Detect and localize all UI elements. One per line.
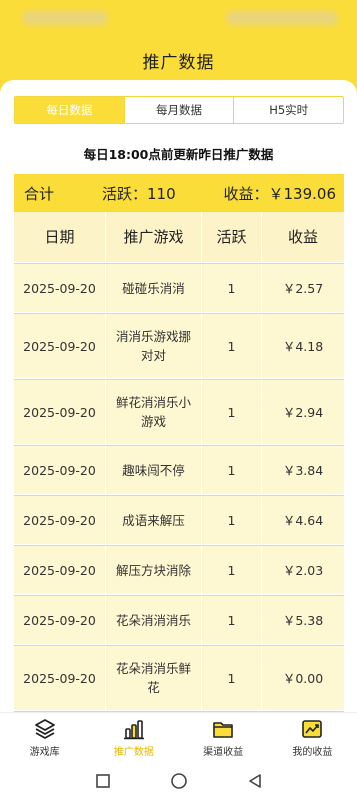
- tab-bar: 每日数据 每月数据 H5实时: [14, 96, 344, 124]
- update-notice: 每日18:00点前更新昨日推广数据: [83, 147, 274, 162]
- cell-income: ￥2.94: [262, 380, 344, 444]
- nav-channel-income[interactable]: 渠道收益: [179, 713, 268, 762]
- cell-active: 1: [202, 380, 262, 444]
- nav-label: 推广数据: [113, 746, 154, 758]
- back-triangle-icon: [248, 774, 261, 788]
- table-row: 2025-09-20 消消乐游戏挪对对 1 ￥4.18: [14, 313, 344, 379]
- nav-promotion-data[interactable]: 推广数据: [89, 713, 178, 762]
- bottom-nav: 游戏库 推广数据 渠道收益 我的收益: [0, 712, 357, 762]
- folder-icon: [211, 718, 235, 740]
- status-bar-icons-blurred: [226, 11, 338, 25]
- cell-income: ￥2.03: [262, 546, 344, 594]
- trend-chart-icon: [300, 718, 324, 740]
- cell-active: 1: [202, 546, 262, 594]
- cell-date: 2025-09-20: [14, 596, 106, 644]
- table-row: 2025-09-20 花朵消消乐鲜花 1 ￥0.00: [14, 645, 344, 711]
- cell-game: 花朵消消消乐: [106, 596, 202, 644]
- circle-icon: [170, 773, 187, 789]
- tab-daily-data[interactable]: 每日数据: [15, 97, 125, 123]
- cell-date: 2025-09-20: [14, 314, 106, 378]
- column-header-date: 日期: [14, 212, 106, 262]
- summary-total-label: 合计: [24, 184, 55, 203]
- table-row: 2025-09-20 成语来解压 1 ￥4.64: [14, 495, 344, 545]
- cell-income: ￥3.84: [262, 446, 344, 494]
- cell-game: 成语来解压: [106, 496, 202, 544]
- table-row: 2025-09-20 鲜花消消乐小游戏 1 ￥2.94: [14, 379, 344, 445]
- system-nav-bar: [0, 762, 357, 800]
- cell-active: 1: [202, 496, 262, 544]
- cell-game: 花朵消消乐鲜花: [106, 646, 202, 710]
- column-header-income: 收益: [262, 212, 344, 262]
- cell-game: 趣味闯不停: [106, 446, 202, 494]
- tab-monthly-data[interactable]: 每月数据: [125, 97, 235, 123]
- table-row: 2025-09-20 碰碰乐消消 1 ￥2.57: [14, 263, 344, 313]
- table-row: 2025-09-20 花朵消消消乐 1 ￥5.38: [14, 595, 344, 645]
- home-button[interactable]: [169, 771, 189, 791]
- status-bar-time-blurred: [22, 11, 108, 25]
- table-header-row: 日期 推广游戏 活跃 收益: [14, 212, 344, 263]
- column-header-game: 推广游戏: [106, 212, 202, 262]
- content-card: 每日数据 每月数据 H5实时 每日18:00点前更新昨日推广数据 合计 活跃：1…: [0, 80, 357, 712]
- table-row: 2025-09-20 解压方块消除 1 ￥2.03: [14, 545, 344, 595]
- summary-income: 收益：￥139.06: [223, 184, 337, 203]
- cell-game: 消消乐游戏挪对对: [106, 314, 202, 378]
- cell-active: 1: [202, 314, 262, 378]
- title-bar: 推广数据: [0, 40, 357, 80]
- bar-chart-icon: [122, 718, 146, 740]
- cell-active: 1: [202, 596, 262, 644]
- cell-income: ￥4.18: [262, 314, 344, 378]
- square-icon: [95, 774, 110, 788]
- cell-game: 碰碰乐消消: [106, 264, 202, 312]
- tab-h5-realtime[interactable]: H5实时: [234, 97, 343, 123]
- cell-income: ￥5.38: [262, 596, 344, 644]
- nav-my-income[interactable]: 我的收益: [268, 713, 357, 762]
- cell-date: 2025-09-20: [14, 446, 106, 494]
- cell-income: ￥0.00: [262, 646, 344, 710]
- cell-game: 鲜花消消乐小游戏: [106, 380, 202, 444]
- cell-income: ￥2.57: [262, 264, 344, 312]
- status-bar: [0, 0, 357, 40]
- cell-date: 2025-09-20: [14, 546, 106, 594]
- nav-label: 我的收益: [292, 746, 333, 758]
- data-table: 日期 推广游戏 活跃 收益 2025-09-20 碰碰乐消消 1 ￥2.57 2025-…: [14, 212, 344, 712]
- nav-label: 渠道收益: [203, 746, 244, 758]
- cell-active: 1: [202, 264, 262, 312]
- table-row: 2025-09-20 趣味闯不停 1 ￥3.84: [14, 445, 344, 495]
- cell-date: 2025-09-20: [14, 380, 106, 444]
- recent-apps-button[interactable]: [93, 771, 113, 791]
- back-button[interactable]: [245, 771, 265, 791]
- nav-game-library[interactable]: 游戏库: [0, 713, 89, 762]
- nav-label: 游戏库: [29, 746, 60, 758]
- cell-game: 解压方块消除: [106, 546, 202, 594]
- summary-bar: 合计 活跃：110 收益：￥139.06: [14, 174, 344, 212]
- cell-active: 1: [202, 446, 262, 494]
- page-title: 推广数据: [142, 52, 215, 73]
- cell-active: 1: [202, 646, 262, 710]
- cell-date: 2025-09-20: [14, 496, 106, 544]
- cell-date: 2025-09-20: [14, 646, 106, 710]
- summary-active-count: 活跃：110: [102, 184, 176, 203]
- table-body: 2025-09-20 碰碰乐消消 1 ￥2.57 2025-09-20 消消乐游戏挪对对 1…: [14, 263, 344, 712]
- layers-icon: [33, 718, 57, 740]
- column-header-active: 活跃: [202, 212, 262, 262]
- cell-income: ￥4.64: [262, 496, 344, 544]
- cell-date: 2025-09-20: [14, 264, 106, 312]
